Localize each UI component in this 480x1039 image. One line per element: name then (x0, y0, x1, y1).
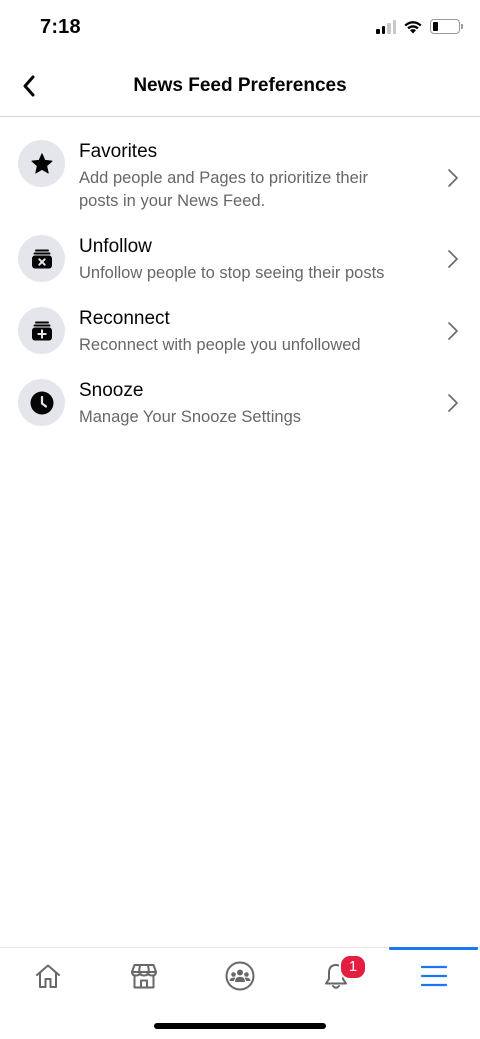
pref-icon-circle (18, 140, 65, 187)
groups-icon (225, 961, 255, 991)
status-icons (376, 19, 463, 34)
home-indicator[interactable] (154, 1023, 326, 1029)
pref-description: Unfollow people to stop seeing their pos… (79, 264, 385, 282)
pref-text: Unfollow Unfollow people to stop seeing … (79, 235, 384, 287)
tab-home[interactable] (0, 948, 96, 1004)
pref-icon-circle (18, 379, 65, 426)
pref-title: Snooze (79, 380, 144, 401)
pref-icon-circle (18, 307, 65, 354)
hamburger-menu-icon (420, 965, 447, 987)
wifi-icon (404, 21, 422, 34)
pref-text: Reconnect Reconnect with people you unfo… (79, 307, 361, 359)
cellular-signal-icon (376, 19, 396, 34)
reconnect-inbox-icon (31, 321, 52, 340)
notification-badge: 1 (339, 954, 367, 980)
status-bar: 7:18 (0, 0, 480, 58)
status-time: 7:18 (40, 16, 81, 38)
preferences-list: Favorites Add people and Pages to priori… (0, 118, 480, 431)
clock-icon (30, 391, 53, 414)
battery-icon (430, 19, 463, 34)
unfollow-inbox-icon (31, 249, 52, 268)
battery-level (433, 22, 438, 31)
pref-text: Snooze Manage Your Snooze Settings (79, 379, 301, 431)
chevron-right-icon (446, 249, 460, 269)
tab-groups[interactable] (192, 948, 288, 1004)
star-icon (31, 152, 52, 173)
chevron-right-icon (446, 168, 460, 188)
pref-item-favorites[interactable]: Favorites Add people and Pages to priori… (0, 118, 480, 215)
pref-item-reconnect[interactable]: Reconnect Reconnect with people you unfo… (0, 287, 480, 359)
pref-title: Reconnect (79, 308, 170, 329)
tab-notifications[interactable]: 1 (288, 948, 384, 1004)
pref-description: Reconnect with people you unfollowed (79, 336, 361, 354)
pref-title: Favorites (79, 141, 158, 162)
home-icon (36, 964, 60, 988)
pref-item-snooze[interactable]: Snooze Manage Your Snooze Settings (0, 359, 480, 431)
pref-title: Unfollow (79, 236, 152, 257)
pref-description: Manage Your Snooze Settings (79, 408, 302, 426)
pref-item-unfollow[interactable]: Unfollow Unfollow people to stop seeing … (0, 215, 480, 287)
header: News Feed Preferences (0, 58, 480, 117)
bottom-tab-bar: 1 (0, 947, 480, 1003)
pref-icon-circle (18, 235, 65, 282)
screen: 7:18 News Feed Preferences Favorites Add… (0, 0, 480, 1039)
pref-text: Favorites Add people and Pages to priori… (79, 140, 409, 215)
pref-description: Add people and Pages to prioritize their… (79, 169, 368, 210)
page-title: News Feed Preferences (133, 75, 347, 96)
tab-menu[interactable] (389, 947, 478, 1004)
chevron-right-icon (446, 321, 460, 341)
chevron-right-icon (446, 393, 460, 413)
marketplace-icon (131, 964, 157, 989)
tab-marketplace[interactable] (96, 948, 192, 1004)
